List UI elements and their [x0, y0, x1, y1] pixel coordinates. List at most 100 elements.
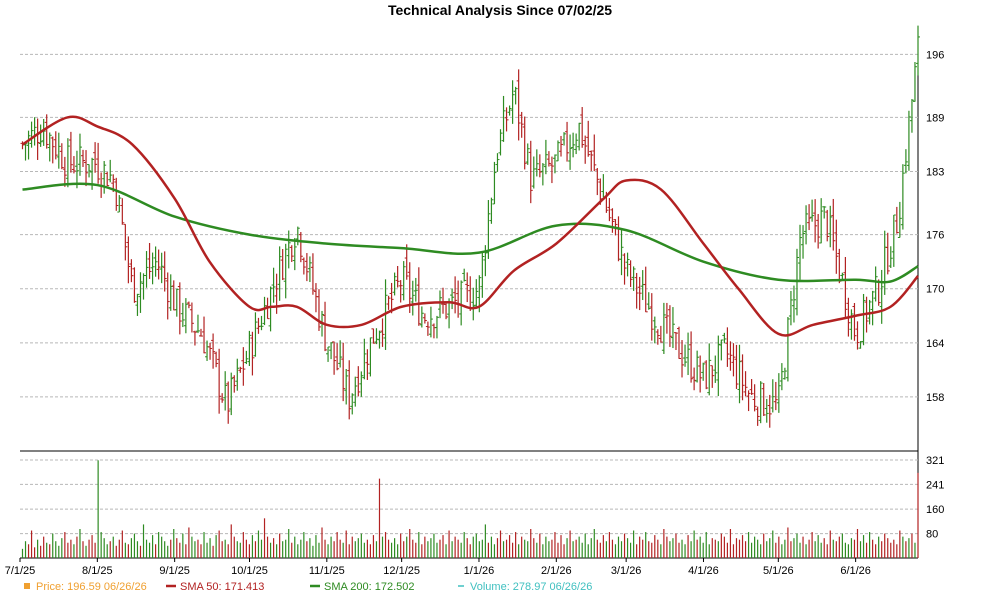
price-bar: [87, 164, 92, 178]
price-bars: [20, 25, 920, 428]
price-bar: [344, 369, 349, 405]
price-bar: [568, 134, 573, 170]
price-bar: [740, 354, 745, 401]
price-bar: [271, 267, 276, 303]
price-bar: [74, 150, 79, 189]
price-bar: [229, 372, 234, 416]
x-tick-label: 12/1/25: [383, 565, 420, 577]
price-bar: [791, 285, 796, 323]
price-bar: [731, 343, 736, 377]
price-bar: [743, 371, 748, 397]
price-bar: [301, 257, 306, 275]
price-bar: [422, 313, 427, 324]
price-bar: [135, 293, 140, 316]
price-bar: [583, 135, 588, 164]
price-bar: [329, 342, 334, 360]
price-bar: [622, 253, 627, 285]
volume-tick-label: 241: [926, 479, 944, 491]
price-bar: [870, 290, 875, 326]
price-bar: [156, 249, 161, 280]
price-bar: [667, 305, 672, 347]
price-bar: [873, 266, 878, 302]
price-bar: [120, 198, 125, 225]
price-bar: [35, 118, 40, 160]
price-bar: [737, 344, 742, 404]
price-bar: [59, 143, 64, 170]
price-bar: [277, 246, 282, 301]
price-bar: [843, 256, 848, 317]
technical-chart: 158 164 170 176 183 189 196 80 160 241 321 7/1/25…: [5, 25, 944, 593]
price-bar: [335, 343, 340, 371]
price-bar: [32, 117, 37, 146]
price-bar: [498, 129, 503, 156]
price-bar: [298, 231, 303, 263]
price-bar: [471, 287, 476, 321]
price-bar: [689, 331, 694, 383]
price-bar: [29, 121, 34, 148]
price-bar: [38, 124, 43, 147]
price-bar: [580, 107, 585, 148]
price-bar: [722, 332, 727, 344]
price-bar: [198, 328, 203, 337]
price-bar: [837, 248, 842, 284]
price-bar: [374, 328, 379, 345]
price-bar: [670, 307, 675, 349]
price-bar: [392, 272, 397, 296]
price-bar: [549, 156, 554, 184]
price-bar: [250, 331, 255, 376]
price-tick-label: 183: [926, 167, 944, 179]
price-bar: [465, 272, 470, 303]
price-bar: [205, 340, 210, 361]
price-bar: [773, 381, 778, 411]
x-tick-label: 11/1/25: [309, 565, 345, 577]
price-bar: [749, 379, 754, 395]
price-bar: [165, 272, 170, 320]
price-bar: [332, 341, 337, 375]
sma200-path: [22, 182, 919, 284]
price-bar: [144, 251, 149, 288]
price-bar: [834, 219, 839, 274]
x-tick-label: 1/1/26: [464, 565, 495, 577]
price-bar: [56, 132, 61, 169]
price-bar: [280, 248, 285, 281]
price-bar: [223, 371, 228, 411]
price-bar: [441, 287, 446, 314]
price-tick-label: 189: [926, 112, 944, 124]
x-tick-label: 8/1/25: [82, 565, 113, 577]
price-bar: [453, 276, 458, 314]
price-bar: [168, 274, 173, 311]
price-tick-label: 158: [926, 392, 944, 404]
price-bar: [825, 209, 830, 242]
price-bar: [752, 384, 757, 412]
price-bar: [102, 161, 107, 194]
price-bar: [619, 230, 624, 276]
price-bar: [105, 172, 110, 187]
price-bar: [171, 280, 176, 311]
price-bar: [132, 267, 137, 303]
price-bar: [398, 280, 403, 303]
price-bar: [525, 143, 530, 165]
price-bar: [450, 288, 455, 310]
price-bar: [577, 122, 582, 151]
price-bar: [431, 323, 436, 339]
price-bar: [338, 340, 343, 368]
price-bar: [77, 133, 82, 176]
price-bar: [195, 314, 200, 334]
price-bar: [444, 303, 449, 320]
price-bar: [725, 327, 730, 367]
price-bar: [313, 283, 318, 313]
volume-axis: 80 160 241 321: [926, 455, 944, 541]
price-bar: [489, 197, 494, 224]
price-bar: [50, 136, 55, 164]
price-bar: [879, 269, 884, 324]
price-bar: [386, 295, 391, 310]
price-bar: [888, 246, 893, 268]
price-bar: [81, 149, 86, 167]
price-bar: [180, 302, 185, 328]
price-bar: [546, 151, 551, 167]
price-bar: [601, 174, 606, 198]
price-bar: [643, 266, 648, 313]
price-bar: [283, 243, 288, 299]
price-bar: [468, 276, 473, 311]
price-grid: [20, 40, 919, 558]
